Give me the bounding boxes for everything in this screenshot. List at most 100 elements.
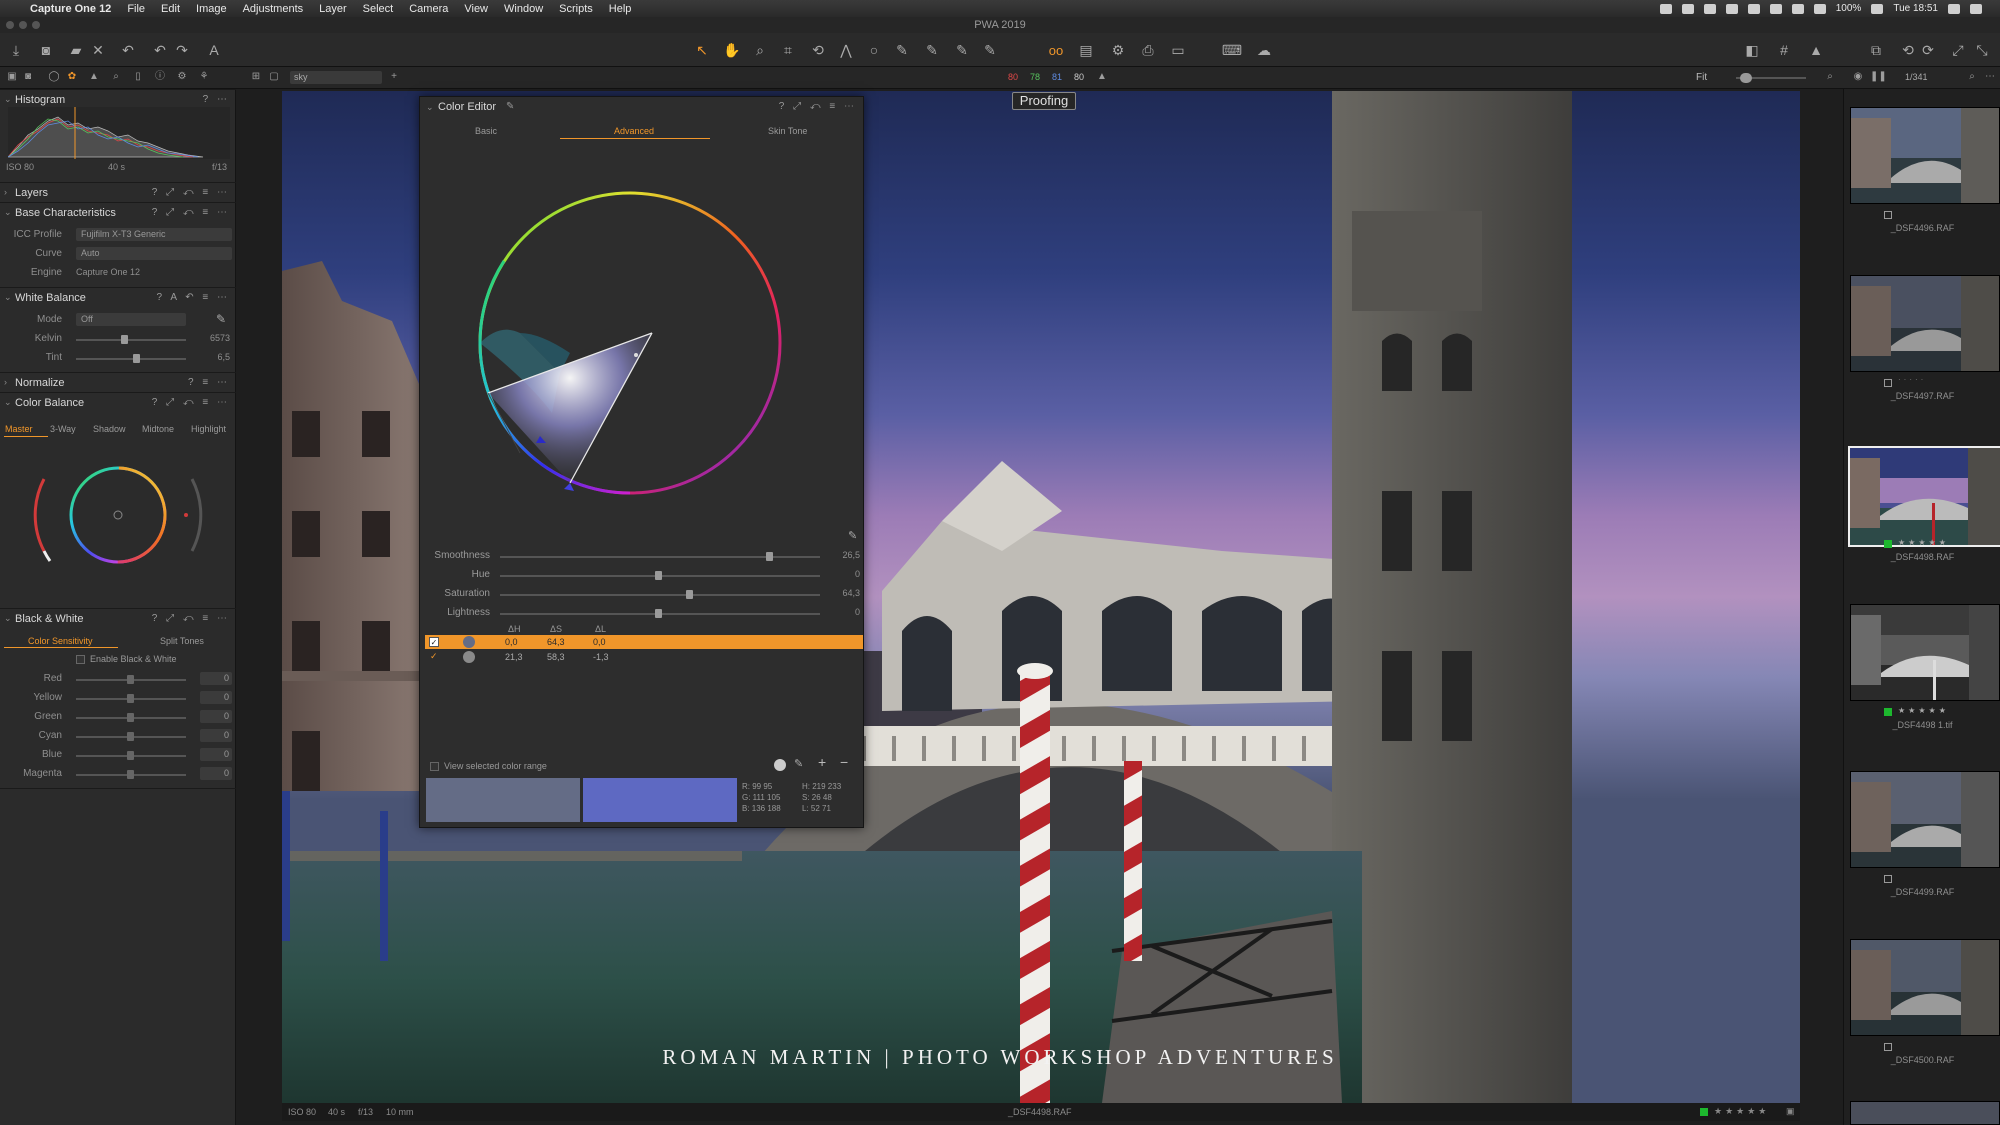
info-icon[interactable]: ▣ bbox=[1786, 1106, 1795, 1117]
capture-icon[interactable]: ◙ bbox=[36, 40, 56, 60]
keystone-tool-icon[interactable]: ⋀ bbox=[836, 40, 856, 60]
row-enable-check[interactable]: ✓ bbox=[430, 651, 438, 662]
annotate-tool-icon[interactable]: ✎ bbox=[980, 40, 1000, 60]
menu-file[interactable]: File bbox=[119, 3, 153, 15]
expand-icon[interactable]: ⤢ bbox=[1948, 40, 1968, 60]
tint-value[interactable]: 6,5 bbox=[202, 352, 230, 362]
metadata-tab-icon[interactable]: ⓘ bbox=[154, 71, 166, 83]
histogram-header[interactable]: ⌄ Histogram ? ⋯ bbox=[0, 89, 236, 109]
eye-icon[interactable]: ◉ bbox=[1852, 71, 1864, 83]
lens-tab-icon[interactable]: ◯ bbox=[48, 71, 60, 83]
delete-icon[interactable]: ✕ bbox=[88, 40, 108, 60]
tab-midtone[interactable]: Midtone bbox=[142, 424, 174, 434]
browser-search-icon[interactable]: ⌕ bbox=[1966, 71, 1978, 83]
battery-icon[interactable] bbox=[1871, 3, 1884, 14]
brush-tool-icon[interactable]: ✎ bbox=[922, 40, 942, 60]
tab-advanced[interactable]: Advanced bbox=[614, 126, 654, 136]
close-window-button[interactable] bbox=[6, 21, 14, 29]
rating-stars[interactable]: ★★★★★ bbox=[1714, 1106, 1769, 1117]
tool-controls[interactable]: ? ⤢ ↶ ≡ ⋯ bbox=[152, 187, 230, 198]
thumb-flag[interactable] bbox=[1884, 211, 1892, 219]
lightness-value[interactable]: 0 bbox=[832, 607, 860, 617]
smoothness-knob[interactable] bbox=[766, 552, 773, 561]
menu-window[interactable]: Window bbox=[496, 3, 551, 15]
picker-icon[interactable]: ✎ bbox=[848, 529, 857, 542]
zoom-search-icon[interactable]: ⌕ bbox=[1824, 71, 1836, 83]
color-range-row-selected[interactable]: ✓ 0,0 64,3 0,0 bbox=[425, 635, 863, 649]
row-enable-checkbox[interactable]: ✓ bbox=[429, 637, 439, 647]
thumbnail[interactable] bbox=[1850, 771, 2000, 868]
thumb-flag[interactable] bbox=[1884, 875, 1892, 883]
copy-adjustments-icon[interactable]: ⧉ bbox=[1866, 40, 1886, 60]
bw-cyan-value[interactable]: 0 bbox=[200, 729, 232, 742]
collapse-icon[interactable]: ⌄ bbox=[4, 397, 12, 408]
zoom-label[interactable]: Fit bbox=[1696, 72, 1707, 83]
sync-icon[interactable] bbox=[1703, 3, 1716, 14]
expand-icon[interactable]: › bbox=[4, 187, 7, 197]
hand-tool-icon[interactable]: ✋ bbox=[722, 40, 742, 60]
base-characteristics-header[interactable]: ⌄ Base Characteristics ? ⤢ ↶ ≡ ⋯ bbox=[0, 202, 236, 222]
tab-color-sensitivity[interactable]: Color Sensitivity bbox=[28, 636, 93, 646]
menu-edit[interactable]: Edit bbox=[153, 3, 188, 15]
enable-bw-checkbox[interactable] bbox=[76, 655, 85, 664]
thumbnail[interactable] bbox=[1850, 604, 2000, 701]
fullscreen-icon[interactable]: ⤡ bbox=[1972, 40, 1992, 60]
search-input[interactable]: sky bbox=[290, 71, 382, 84]
saturation-slider[interactable] bbox=[500, 594, 820, 596]
redo-icon[interactable]: ↷ bbox=[172, 40, 192, 60]
menu-layer[interactable]: Layer bbox=[311, 3, 355, 15]
color-tag-green[interactable] bbox=[1700, 1108, 1708, 1116]
thumbnail-selected[interactable] bbox=[1848, 446, 2000, 547]
tint-slider[interactable] bbox=[76, 358, 186, 360]
tool-controls[interactable]: ? ⤢ ↶ ≡ ⋯ bbox=[152, 397, 230, 408]
tool-controls[interactable]: ? ⤢ ↶ ≡ ⋯ bbox=[152, 207, 230, 218]
notification-center-icon[interactable] bbox=[1970, 3, 1982, 14]
menu-help[interactable]: Help bbox=[601, 3, 640, 15]
thumbnail[interactable] bbox=[1850, 1101, 2000, 1125]
menu-image[interactable]: Image bbox=[188, 3, 235, 15]
thumb-rating[interactable]: ★★★★★ bbox=[1898, 538, 1949, 547]
output-tab-icon[interactable]: ⚙ bbox=[176, 71, 188, 83]
color-tab-icon[interactable]: ✿ bbox=[66, 71, 78, 83]
remove-range-icon[interactable]: − bbox=[840, 754, 848, 770]
collapse-icon[interactable]: ⌄ bbox=[426, 102, 434, 113]
tab-skin-tone[interactable]: Skin Tone bbox=[768, 126, 807, 136]
collapse-icon[interactable]: ⌄ bbox=[4, 292, 12, 303]
vpn-icon[interactable] bbox=[1791, 3, 1804, 14]
app-menu[interactable]: Capture One 12 bbox=[22, 3, 119, 15]
layers-header[interactable]: › Layers ? ⤢ ↶ ≡ ⋯ bbox=[0, 182, 236, 202]
thumbnail[interactable] bbox=[1850, 275, 2000, 372]
bw-yellow-value[interactable]: 0 bbox=[200, 691, 232, 704]
crop-tool-icon[interactable]: ⌗ bbox=[778, 40, 798, 60]
zoom-slider-knob[interactable] bbox=[1740, 73, 1752, 83]
battery-percent[interactable]: 100% bbox=[1836, 3, 1862, 14]
tab-basic[interactable]: Basic bbox=[475, 126, 497, 136]
lightness-knob[interactable] bbox=[655, 609, 662, 618]
undo-icon[interactable]: ↶ bbox=[150, 40, 170, 60]
minimize-window-button[interactable] bbox=[19, 21, 27, 29]
color-range-row[interactable]: ✓ 21,3 58,3 -1,3 bbox=[425, 650, 863, 664]
bw-magenta-value[interactable]: 0 bbox=[200, 767, 232, 780]
thumbnail[interactable] bbox=[1850, 107, 2000, 204]
tool-controls[interactable]: ? A ↶ ≡ ⋯ bbox=[157, 292, 230, 303]
kelvin-slider[interactable] bbox=[76, 339, 186, 341]
bw-cyan-knob[interactable] bbox=[127, 732, 134, 741]
color-balance-header[interactable]: ⌄ Color Balance ? ⤢ ↶ ≡ ⋯ bbox=[0, 392, 236, 412]
curve-select[interactable]: Auto bbox=[76, 247, 232, 260]
wb-mode-select[interactable]: Off bbox=[76, 313, 186, 326]
print-icon[interactable]: ⎙ bbox=[1138, 40, 1158, 60]
rotate-left-icon[interactable]: ⟲ bbox=[1898, 40, 1918, 60]
bw-green-knob[interactable] bbox=[127, 713, 134, 722]
bw-blue-knob[interactable] bbox=[127, 751, 134, 760]
proofing-glasses-icon[interactable]: oo bbox=[1046, 40, 1066, 60]
thumbnail[interactable] bbox=[1850, 939, 2000, 1036]
bw-yellow-knob[interactable] bbox=[127, 694, 134, 703]
kelvin-slider-knob[interactable] bbox=[121, 335, 128, 344]
tab-split-tones[interactable]: Split Tones bbox=[160, 636, 204, 646]
user-icon[interactable] bbox=[1948, 3, 1960, 14]
settings-gear-icon[interactable]: ⚙ bbox=[1108, 40, 1128, 60]
tint-slider-knob[interactable] bbox=[133, 354, 140, 363]
collapse-icon[interactable]: ⌄ bbox=[4, 613, 12, 624]
thumb-flag[interactable] bbox=[1884, 379, 1892, 387]
tab-shadow[interactable]: Shadow bbox=[93, 424, 126, 434]
